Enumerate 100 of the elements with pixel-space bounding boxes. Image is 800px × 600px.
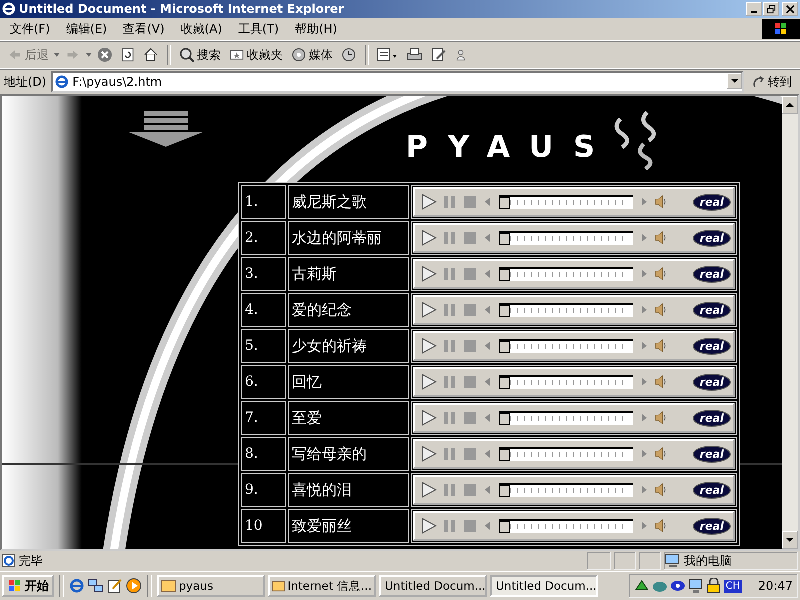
network-icon[interactable]	[88, 578, 104, 594]
speaker-icon[interactable]	[655, 374, 667, 390]
start-button[interactable]: 开始	[2, 575, 54, 597]
right-arrow-icon[interactable]	[641, 522, 647, 530]
brand-logo[interactable]: real	[692, 194, 731, 210]
right-arrow-icon[interactable]	[641, 486, 647, 494]
brand-logo[interactable]: real	[692, 410, 731, 426]
close-icon	[786, 4, 794, 14]
menu-item[interactable]: 查看(V)	[117, 20, 171, 38]
search-button[interactable]: 搜索	[176, 44, 224, 66]
document-icon	[377, 47, 399, 63]
speaker-icon[interactable]	[655, 446, 667, 462]
favorites-button[interactable]: 收藏夹	[226, 44, 286, 66]
minimize-button[interactable]	[746, 2, 762, 16]
speaker-icon[interactable]	[655, 266, 667, 282]
scroll-up-button[interactable]	[782, 96, 798, 114]
play-icon[interactable]	[421, 194, 437, 210]
address-field[interactable]: F:\pyaus\2.htm	[50, 71, 744, 93]
play-icon[interactable]	[421, 446, 437, 462]
status-panel	[587, 552, 611, 570]
media-button[interactable]: 媒体	[288, 44, 336, 66]
slider-thumb[interactable]	[499, 233, 510, 245]
vertical-scrollbar[interactable]	[782, 96, 798, 549]
right-arrow-icon[interactable]	[641, 198, 647, 206]
left-arrow-icon[interactable]	[485, 270, 491, 278]
speaker-icon[interactable]	[655, 482, 667, 498]
left-arrow-icon[interactable]	[485, 342, 491, 350]
brand-logo[interactable]: real	[692, 230, 731, 246]
brand-logo[interactable]: real	[692, 338, 731, 354]
left-arrow-icon[interactable]	[485, 378, 491, 386]
document-icon[interactable]	[107, 578, 123, 594]
caret-icon[interactable]	[86, 53, 92, 57]
brand-logo[interactable]: real	[692, 446, 731, 462]
lock-icon[interactable]	[706, 578, 722, 594]
speaker-icon[interactable]	[655, 518, 667, 534]
speaker-icon[interactable]	[655, 194, 667, 210]
left-arrow-icon[interactable]	[485, 486, 491, 494]
right-arrow-icon[interactable]	[641, 234, 647, 242]
menu-item[interactable]: 工具(T)	[232, 20, 286, 38]
restore-button[interactable]	[763, 2, 779, 16]
slider-thumb[interactable]	[499, 269, 510, 281]
scroll-down-button[interactable]	[782, 531, 798, 549]
left-arrow-icon[interactable]	[485, 198, 491, 206]
play-icon[interactable]	[421, 518, 437, 534]
taskbar-button[interactable]: Untitled Docum...	[490, 575, 598, 597]
eye-icon[interactable]	[670, 578, 686, 594]
brand-logo[interactable]: real	[692, 482, 731, 498]
slider-thumb[interactable]	[499, 413, 510, 425]
track-number: 8.	[241, 437, 286, 471]
track-title: 写给母亲的	[288, 437, 409, 471]
menu-item[interactable]: 帮助(H)	[289, 20, 344, 38]
dropdown-button[interactable]	[727, 73, 742, 89]
left-arrow-icon[interactable]	[485, 234, 491, 242]
slider-thumb[interactable]	[499, 197, 510, 209]
right-arrow-icon[interactable]	[641, 414, 647, 422]
speaker-icon[interactable]	[655, 302, 667, 318]
right-arrow-icon[interactable]	[641, 450, 647, 458]
slider-thumb[interactable]	[499, 449, 510, 461]
play-icon[interactable]	[421, 266, 437, 282]
taskbar-button[interactable]: pyaus	[157, 575, 265, 597]
brand-logo[interactable]: real	[692, 518, 731, 534]
play-icon[interactable]	[421, 410, 437, 426]
left-arrow-icon[interactable]	[485, 522, 491, 530]
right-arrow-icon[interactable]	[641, 270, 647, 278]
play-icon[interactable]	[421, 482, 437, 498]
left-arrow-icon[interactable]	[485, 450, 491, 458]
menu-item[interactable]: 编辑(E)	[60, 20, 114, 38]
slider-thumb[interactable]	[499, 377, 510, 389]
right-arrow-icon[interactable]	[641, 378, 647, 386]
speaker-icon[interactable]	[655, 230, 667, 246]
play-icon[interactable]	[421, 374, 437, 390]
menu-item[interactable]: 文件(F)	[4, 20, 56, 38]
close-button[interactable]	[782, 2, 798, 16]
taskbar-button[interactable]: Internet 信息...	[268, 575, 376, 597]
menu-item[interactable]: 收藏(A)	[174, 20, 228, 38]
play-icon[interactable]	[421, 230, 437, 246]
go-button[interactable]: 转到	[748, 74, 796, 90]
speaker-icon[interactable]	[655, 410, 667, 426]
slider-thumb[interactable]	[499, 341, 510, 353]
brand-logo[interactable]: real	[692, 266, 731, 282]
brand-logo[interactable]: real	[692, 302, 731, 318]
brand-logo[interactable]: real	[692, 374, 731, 390]
caret-icon[interactable]	[54, 53, 60, 57]
right-arrow-icon[interactable]	[641, 342, 647, 350]
language-indicator[interactable]: CH	[724, 580, 742, 592]
left-arrow-icon[interactable]	[485, 414, 491, 422]
stop-icon	[97, 47, 113, 63]
play-icon[interactable]	[421, 338, 437, 354]
slider-thumb[interactable]	[499, 521, 510, 533]
right-arrow-icon[interactable]	[641, 306, 647, 314]
taskbar-button[interactable]: Untitled Docum...	[379, 575, 487, 597]
browser-logo-icon[interactable]	[69, 578, 85, 594]
slider-thumb[interactable]	[499, 485, 510, 497]
media-player-icon[interactable]	[126, 578, 142, 594]
computer-icon[interactable]	[688, 578, 704, 594]
play-icon[interactable]	[421, 302, 437, 318]
speaker-icon[interactable]	[655, 338, 667, 354]
left-arrow-icon[interactable]	[485, 306, 491, 314]
refresh-icon	[121, 47, 135, 63]
slider-thumb[interactable]	[499, 305, 510, 317]
